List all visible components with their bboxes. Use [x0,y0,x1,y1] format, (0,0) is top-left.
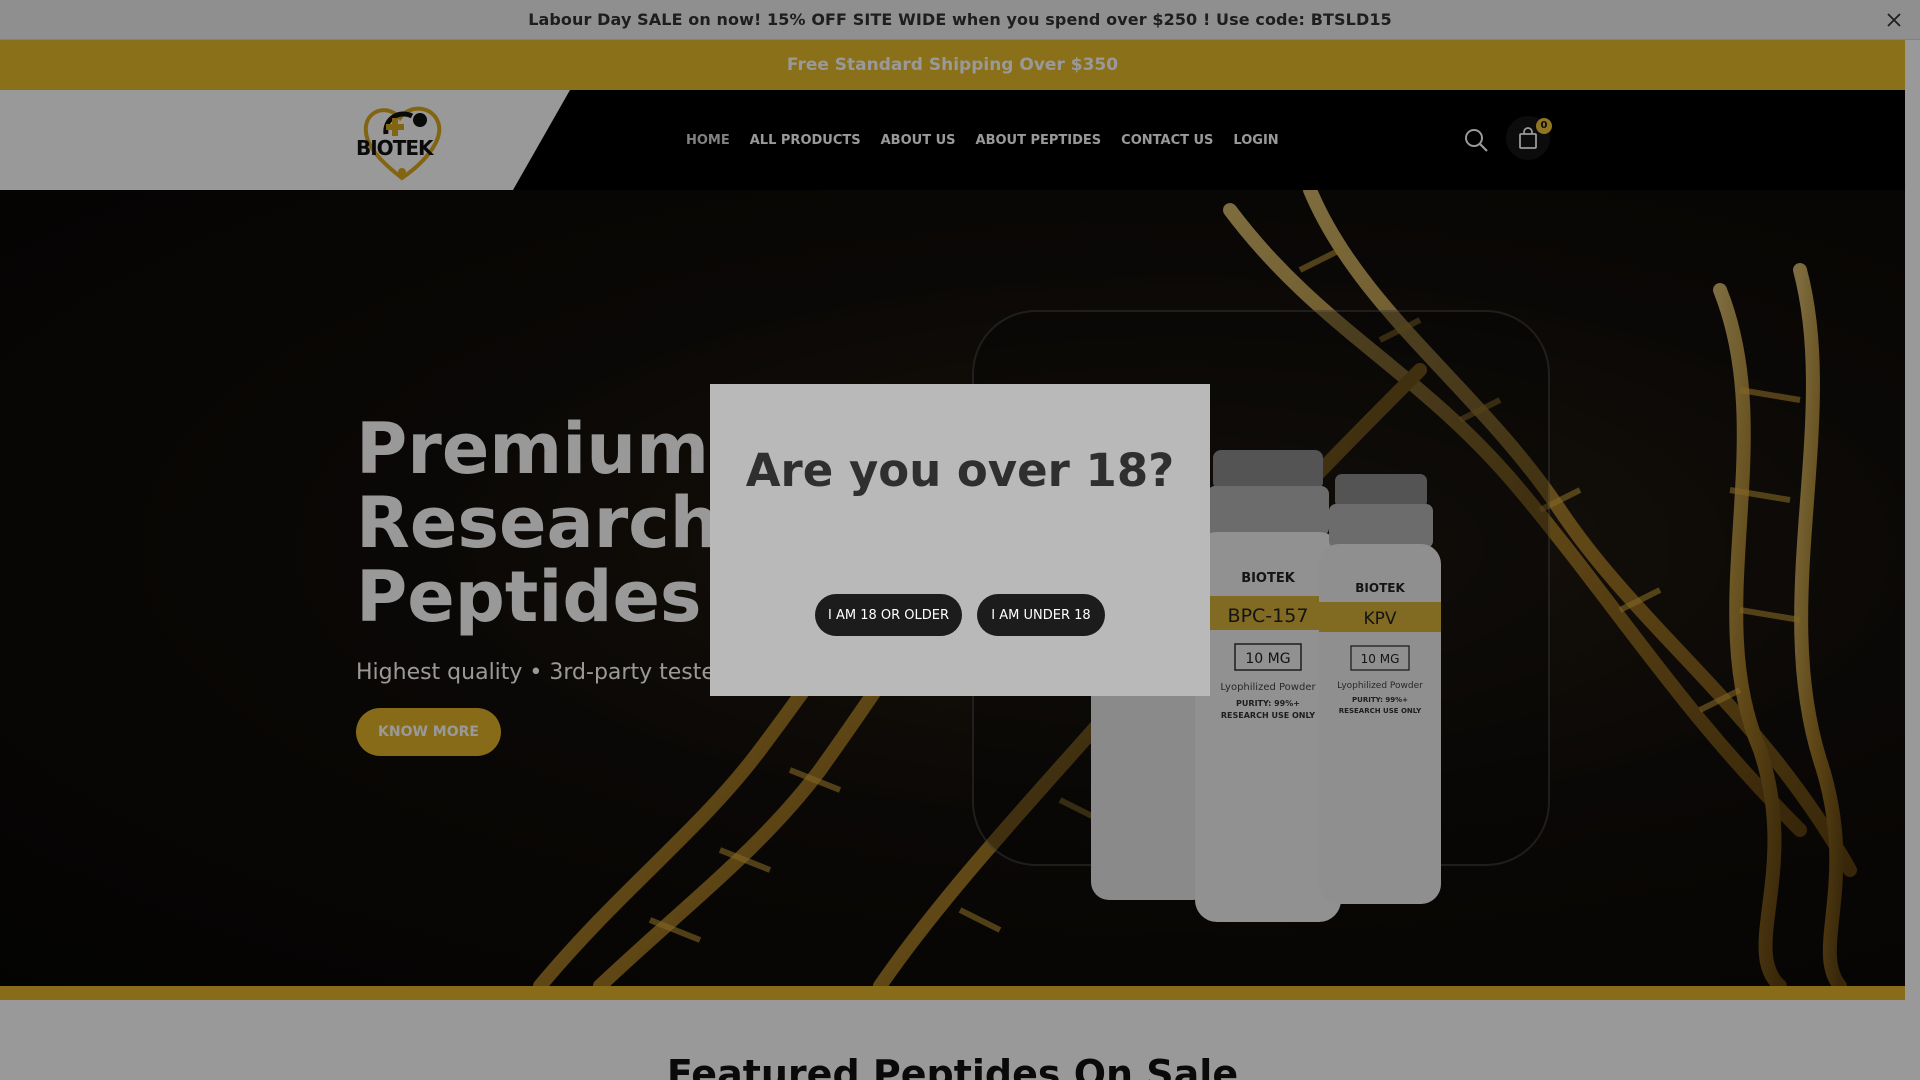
age-verification-modal: Are you over 18? I AM 18 OR OLDER I AM U… [710,384,1210,696]
age-modal-title: Are you over 18? [745,444,1175,497]
confirm-age-button[interactable]: I AM 18 OR OLDER [815,594,962,636]
deny-age-button[interactable]: I AM UNDER 18 [977,594,1105,636]
